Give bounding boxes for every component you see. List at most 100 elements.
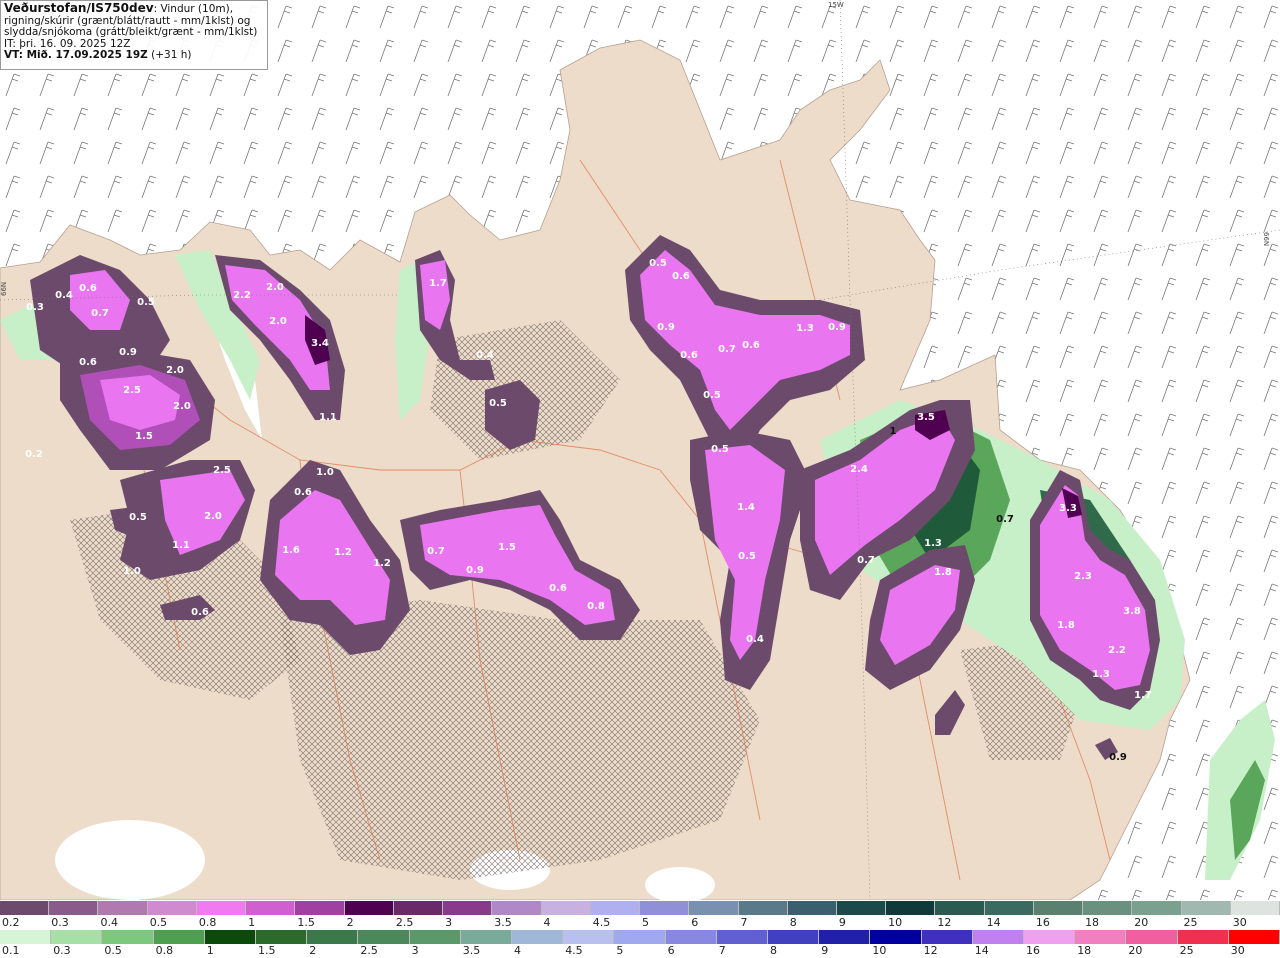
legend-snow-swatch [984,901,1034,915]
legend-rain-label: 0.1 [2,944,20,957]
value-label: 0.5 [711,444,729,455]
value-label: 2.0 [166,365,184,376]
legend-snow-swatch [196,901,247,915]
legend-rain-label: 3 [411,944,419,957]
value-label: 0.9 [466,565,484,576]
value-label: 2.2 [233,290,251,301]
value-label: 0.6 [79,283,97,294]
legend-rain-swatch [51,930,103,944]
value-label: 0.4 [476,350,494,361]
graticule-label-left: 66N [0,281,8,296]
value-label: 0.7 [91,308,109,319]
legend-rain-swatch [716,930,769,944]
legend-rain-label: 9 [821,944,829,957]
valid-time-line: VT: Mið. 17.09.2025 19Z (+31 h) [4,49,264,62]
value-label: 0.9 [1109,752,1127,763]
legend-snow-label: 0.5 [149,916,168,929]
legend-rain-swatch [0,930,52,944]
value-label: 1.1 [172,540,190,551]
value-label: 1.8 [1057,620,1075,631]
legend-rain-swatch [358,930,410,944]
legend-snow-swatch [246,901,296,915]
legend-rain-swatch [1177,930,1229,944]
precipitation-map: 0.3 0.4 0.6 0.5 0.7 0.6 0.9 2.5 2.0 2.0 … [0,0,1280,900]
legend-snow-label: 0.3 [51,916,69,929]
legend-rain-label: 6 [667,944,675,957]
value-label: 0.5 [137,297,155,308]
legend-snow-swatch [541,901,591,915]
legend-snow-label: 18 [1085,916,1100,929]
legend-rain-label: 1.5 [258,944,276,957]
legend-rain-label: 30 [1230,944,1245,957]
value-label: 1.0 [316,467,334,478]
value-label: 0.6 [294,487,312,498]
value-label: 0.7 [857,555,875,566]
value-label: 1.3 [924,538,942,549]
value-label: 1.2 [334,547,352,558]
legend-snow-swatch [49,901,99,915]
legend-rain-label: 0.8 [155,944,174,957]
legend-rain-label: 3.5 [462,944,481,957]
legend-rain-label: 14 [974,944,989,957]
value-label: 0.5 [489,398,507,409]
value-label: 1.5 [135,431,153,442]
legend-rain-swatch [153,930,205,944]
legend-rain-label: 2.5 [360,944,378,957]
legend-rain-swatch [307,930,359,944]
legend-snow-label: 1 [248,916,256,929]
legend-snow-label: 7 [740,916,748,929]
value-label: 0.7 [427,546,445,557]
value-label: 2.5 [213,465,231,476]
value-label: 0.5 [703,390,721,401]
legend-snow-label: 3 [445,916,453,929]
legend-snow-label: 10 [888,916,903,929]
value-label: 2.0 [266,282,284,293]
value-label: 0.6 [549,583,567,594]
legend-snow-label: 25 [1183,916,1198,929]
value-label: 0.7 [718,344,736,355]
legend-snow-label: 0.4 [100,916,118,929]
legend-rain-label: 2 [309,944,317,957]
value-label: 0.6 [672,271,690,282]
legend-snow-swatch [1230,901,1280,915]
legend-rain-label: 4.5 [565,944,583,957]
legend-rain-label: 10 [872,944,887,957]
legend-snow-label: 0.8 [198,916,217,929]
value-label: 2.4 [850,464,868,475]
legend-snow-swatch [295,901,345,915]
graticule-label-right: 66N [1262,232,1270,247]
legend-snow-label: 14 [986,916,1001,929]
value-label: 3.5 [917,412,935,423]
legend-snow-swatch [886,901,936,915]
legend-snow-swatch [393,901,444,915]
brand-title: Veðurstofan/IS750dev [4,1,154,15]
value-label: 1 [890,426,897,437]
legend-rain-swatch [768,930,820,944]
legend-snow-label: 8 [789,916,797,929]
value-label: 0.5 [738,551,756,562]
value-label: 0.6 [191,607,209,618]
legend-rain-swatch [512,930,564,944]
value-label: 0.3 [26,302,44,313]
legend-snow-swatch [1033,901,1084,915]
legend-snow-label: 4.5 [592,916,611,929]
value-label: 2.2 [1108,645,1126,656]
value-label: 0.9 [657,322,675,333]
legend-rain-label: 25 [1179,944,1194,957]
value-label: 1.8 [934,567,952,578]
legend-snow-label: 0.2 [2,916,20,929]
legend-rain-swatch [460,930,513,944]
legend-snow-label: 20 [1134,916,1149,929]
value-label: 1.0 [123,566,141,577]
legend-snow-swatch [147,901,197,915]
legend-snow-label: 5 [642,916,649,929]
legend-snow-swatch [689,901,739,915]
legend-snow-label: 4 [543,916,551,929]
value-label: 0.9 [828,322,846,333]
legend-snow-label: 9 [838,916,846,929]
value-label: 0.6 [742,340,760,351]
legend-rain-swatch [1075,930,1127,944]
title-line-1: Veðurstofan/IS750dev: Vindur (10m), [4,1,264,16]
legend-rain-label: 8 [770,944,777,957]
valid-time: VT: Mið. 17.09.2025 19Z [4,49,148,61]
